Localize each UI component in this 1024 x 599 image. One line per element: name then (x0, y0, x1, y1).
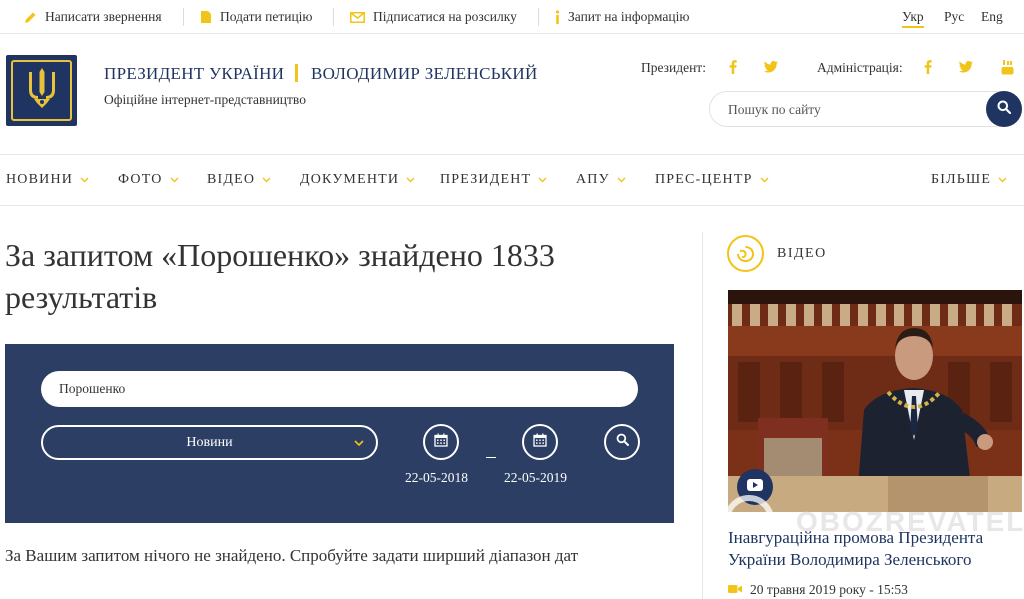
divider (538, 8, 539, 26)
site-search (709, 91, 1022, 127)
video-camera-icon (728, 582, 742, 598)
youtube-play-icon (747, 478, 763, 496)
date-from-picker[interactable] (423, 424, 459, 460)
administration-social-label: Адміністрація: (817, 60, 903, 75)
video-meta: 20 травня 2019 року - 15:53 (728, 582, 908, 598)
video-thumbnail[interactable] (728, 290, 1022, 512)
video-date: 20 травня 2019 року - 15:53 (750, 582, 908, 597)
info-request-link[interactable]: Запит на інформацію (555, 9, 689, 25)
chevron-down-icon (406, 172, 415, 188)
subscribe-link[interactable]: Підписатися на розсилку (350, 9, 517, 25)
query-input[interactable] (41, 371, 638, 407)
nav-item-apu[interactable]: АПУ (576, 172, 626, 188)
write-appeal-link[interactable]: Написати звернення (24, 9, 162, 25)
subscribe-label: Підписатися на розсилку (373, 9, 517, 24)
brand-subtitle: Офіційне інтернет-представництво (104, 92, 306, 107)
search-icon (997, 100, 1012, 119)
calendar-icon (533, 433, 547, 452)
chevron-down-icon (80, 172, 89, 188)
submit-search-button[interactable] (604, 424, 640, 460)
no-results-message: За Вашим запитом нічого не знайдено. Спр… (5, 546, 579, 565)
divider (333, 8, 334, 26)
document-icon (200, 10, 212, 24)
info-request-label: Запит на інформацію (568, 9, 690, 24)
lang-ukr[interactable]: Укр (902, 9, 924, 28)
lang-eng[interactable]: Eng (981, 9, 1003, 25)
chevron-down-icon (998, 172, 1007, 188)
date-to-picker[interactable] (522, 424, 558, 460)
date-from-value[interactable]: 22-05-2018 (405, 470, 468, 486)
chevron-down-icon (760, 172, 769, 188)
site-logo[interactable] (6, 55, 77, 126)
sidebar-title[interactable]: ВІДЕО (777, 246, 827, 262)
search-icon (616, 433, 629, 451)
write-appeal-label: Написати звернення (45, 9, 162, 24)
brand-title[interactable]: ПРЕЗИДЕНТ УКРАЇНИ (104, 64, 284, 84)
video-caption-link[interactable]: Інавгураційна промова Президента України… (728, 527, 1022, 571)
divider (183, 8, 184, 26)
president-social-label: Президент: (641, 60, 706, 75)
chevron-down-icon (538, 172, 547, 188)
section-select-value: Новини (186, 434, 233, 450)
info-icon (555, 10, 560, 24)
chevron-down-icon (170, 172, 179, 188)
nav-item-news[interactable]: НОВИНИ (6, 172, 89, 188)
chevron-down-icon (617, 172, 626, 188)
nav-item-video[interactable]: ВІДЕО (207, 172, 271, 188)
nav-item-photo[interactable]: ФОТО (118, 172, 179, 188)
date-to-value[interactable]: 22-05-2019 (504, 470, 567, 486)
facebook-icon[interactable] (726, 59, 740, 75)
twitter-icon[interactable] (959, 59, 973, 75)
main-navigation: НОВИНИ ФОТО ВІДЕО ДОКУМЕНТИ ПРЕЗИДЕНТ АП… (0, 154, 1024, 206)
nav-item-president[interactable]: ПРЕЗИДЕНТ (440, 172, 547, 188)
video-section-icon (727, 235, 764, 272)
nav-item-documents[interactable]: ДОКУМЕНТИ (300, 172, 415, 188)
brand-divider (295, 64, 298, 82)
search-filter-panel: Новини 22-05-2018 22-05-2019 (5, 344, 674, 523)
video-thumbnail-image (728, 290, 1022, 512)
twitter-icon[interactable] (764, 59, 778, 75)
submit-petition-link[interactable]: Подати петицію (200, 9, 313, 25)
president-name[interactable]: ВОЛОДИМИР ЗЕЛЕНСЬКИЙ (311, 64, 538, 84)
youtube-icon[interactable] (1000, 59, 1014, 75)
chevron-down-icon (262, 172, 271, 188)
facebook-icon[interactable] (921, 59, 935, 75)
date-range-dash (486, 457, 496, 458)
sidebar-divider (702, 232, 703, 599)
top-utility-bar: Написати звернення Подати петицію Підпис… (0, 0, 1024, 34)
section-select[interactable]: Новини (41, 425, 378, 460)
trident-coat-of-arms-icon (25, 66, 59, 115)
results-title: За запитом «Порошенко» знайдено 1833 рез… (5, 237, 555, 315)
chevron-down-icon (354, 436, 364, 452)
site-search-button[interactable] (986, 91, 1022, 127)
lang-rus[interactable]: Рус (944, 9, 964, 25)
nav-item-press-center[interactable]: ПРЕС-ЦЕНТР (655, 172, 769, 188)
submit-petition-label: Подати петицію (220, 9, 313, 24)
calendar-icon (434, 433, 448, 452)
envelope-icon (350, 11, 365, 23)
pencil-icon (24, 11, 37, 24)
site-search-input[interactable] (728, 100, 978, 120)
nav-item-more[interactable]: БІЛЬШЕ (931, 172, 1007, 188)
